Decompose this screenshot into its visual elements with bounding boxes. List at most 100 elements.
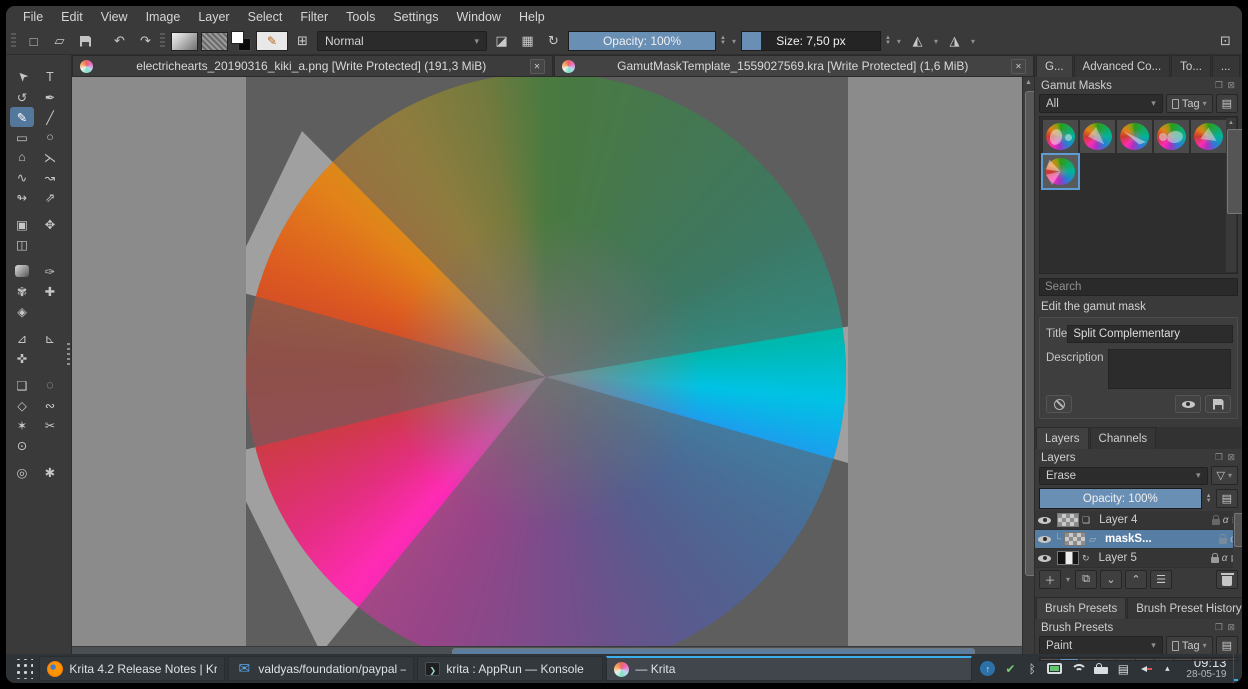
add-layer-button[interactable]: ＋ (1039, 570, 1061, 589)
scroll-up-button[interactable]: ▲ (1023, 77, 1034, 89)
fill-tool[interactable]: ◈ (10, 301, 34, 321)
blending-mode-dropdown[interactable]: Normal (317, 31, 487, 51)
pan-tool[interactable]: ✱ (38, 462, 62, 482)
layer-lock-icon[interactable] (1211, 515, 1220, 525)
layer-filter-button[interactable]: ▽ ▾ (1210, 466, 1238, 485)
wifi-icon[interactable] (1070, 663, 1088, 674)
eraser-mode-button[interactable]: ◪ (490, 31, 513, 52)
gamut-mask-thumb-3[interactable] (1117, 120, 1152, 153)
task-kmail[interactable]: valdyas/foundation/paypal — KM... (228, 656, 415, 681)
layer-row-layer5[interactable]: ↻ Layer 5 α ▦ (1035, 549, 1242, 568)
assistants-tool[interactable]: ⊾ (38, 328, 62, 348)
display-icon[interactable] (1047, 663, 1063, 674)
move-layer-up-button[interactable]: ⌃ (1125, 570, 1148, 589)
rectangular-select-tool[interactable]: ❏ (10, 375, 34, 395)
menu-settings[interactable]: Settings (384, 6, 447, 28)
brush-preset-6[interactable] (1136, 659, 1154, 660)
layer-visibility-icon[interactable] (1038, 514, 1051, 527)
menu-image[interactable]: Image (137, 6, 190, 28)
chevron-down-icon[interactable]: ▾ (969, 37, 977, 46)
ellipse-tool[interactable]: ○ (38, 127, 62, 147)
mirror-horizontal-button[interactable]: ◭ (906, 31, 929, 52)
elliptical-select-tool[interactable]: ◌ (38, 375, 62, 395)
gamut-mask-thumb-4[interactable] (1154, 120, 1189, 153)
tab-brush-preset-history[interactable]: Brush Preset History (1127, 597, 1242, 619)
similar-color-select-tool[interactable]: ✶ (10, 415, 34, 435)
foreground-background-colors[interactable] (231, 31, 253, 51)
app-launcher-button[interactable] (9, 656, 36, 681)
gamut-mask-thumb-6[interactable] (1041, 153, 1080, 190)
freehand-path-tool[interactable]: ↝ (38, 167, 62, 187)
brush-preset-3[interactable] (1079, 659, 1097, 660)
mask-grid-scrollbar[interactable]: ▲ (1226, 118, 1242, 272)
task-krita[interactable]: — Krita (606, 656, 973, 681)
layer-opacity-spinner[interactable]: ▲ ▼ (1205, 493, 1213, 504)
tab-layers[interactable]: Layers (1036, 427, 1089, 449)
layer-options-button[interactable]: ▤ (1215, 489, 1238, 508)
choose-workspace-button[interactable]: ⊡ (1214, 31, 1237, 52)
gradient-chooser[interactable] (171, 31, 198, 51)
transform-tool[interactable]: ▣ (10, 214, 34, 234)
canvas-viewport[interactable]: ▲ (72, 77, 1034, 654)
brush-tag-button[interactable]: Tag ▾ (1165, 636, 1213, 655)
brush-presets-grid-button[interactable]: ⊞ (291, 31, 314, 52)
menu-edit[interactable]: Edit (52, 6, 92, 28)
gamut-mask-thumb-2[interactable] (1080, 120, 1115, 153)
toolbox-divider[interactable] (10, 254, 62, 261)
lock-icon[interactable] (1094, 662, 1109, 674)
canvas-horizontal-scrollbar[interactable] (72, 646, 1022, 654)
gamut-mask-thumb-5[interactable] (1191, 120, 1226, 153)
document-tab-2[interactable]: GamutMaskTemplate_1559027569.kra [Write … (553, 55, 1034, 77)
brush-size-slider[interactable]: Size: 7,50 px (740, 31, 881, 51)
polyline-tool[interactable]: ⋋ (38, 147, 62, 167)
menu-file[interactable]: File (14, 6, 52, 28)
polygonal-select-tool[interactable]: ◇ (10, 395, 34, 415)
calligraphy-tool[interactable]: ✒ (38, 87, 62, 107)
menu-tools[interactable]: Tools (337, 6, 384, 28)
add-layer-dropdown[interactable]: ▾ (1064, 575, 1072, 584)
size-spinner[interactable]: ▲ ▼ (884, 35, 892, 46)
menu-select[interactable]: Select (239, 6, 292, 28)
docker-float-close-icons[interactable]: ❐ ⊠ (1215, 80, 1236, 91)
mirror-vertical-button[interactable]: ◮ (943, 31, 966, 52)
toolbox-divider[interactable] (10, 368, 62, 375)
menu-filter[interactable]: Filter (291, 6, 337, 28)
show-desktop-button[interactable] (1233, 654, 1239, 683)
magnetic-select-tool[interactable]: ⊙ (10, 435, 34, 455)
multibrush-tool[interactable]: ⇗ (38, 187, 62, 207)
toolbar-drag-handle[interactable] (160, 33, 165, 49)
mask-description-input[interactable] (1108, 349, 1231, 389)
tray-expand-icon[interactable]: ▴ (1160, 663, 1174, 674)
brush-editor-button[interactable] (256, 31, 288, 51)
open-document-button[interactable]: ▱ (48, 31, 71, 52)
smart-patch-tool[interactable]: ✚ (38, 281, 62, 301)
docker-float-close-icons[interactable]: ❐ ⊠ (1215, 452, 1236, 463)
task-firefox[interactable]: Krita 4.2 Release Notes | Krita - ... (39, 656, 226, 681)
layer-lock-icon[interactable] (1219, 534, 1228, 544)
brush-filter-dropdown[interactable]: Paint (1039, 636, 1163, 655)
cancel-mask-edit-button[interactable] (1046, 395, 1072, 413)
tab-brush-presets[interactable]: Brush Presets (1036, 597, 1127, 619)
opacity-slider[interactable]: Opacity: 100% (568, 31, 716, 51)
volume-icon[interactable] (1138, 663, 1153, 675)
layer-properties-button[interactable]: ☰ (1150, 570, 1173, 589)
layer-list-scrollbar[interactable] (1233, 511, 1242, 568)
brush-preset-5[interactable] (1117, 659, 1135, 660)
layer-blending-mode-dropdown[interactable]: Erase (1039, 466, 1208, 485)
chevron-down-icon[interactable]: ▾ (730, 37, 738, 46)
chevron-down-icon[interactable]: ▾ (895, 37, 903, 46)
mask-search-input[interactable] (1039, 278, 1238, 296)
canvas-vertical-scrollbar[interactable]: ▲ (1022, 77, 1034, 654)
clipboard-icon[interactable]: ▤ (1116, 662, 1130, 676)
brush-preset-8[interactable] (1174, 659, 1192, 660)
gradient-tool[interactable] (15, 265, 29, 277)
dynamic-brush-tool[interactable]: ↬ (10, 187, 34, 207)
brush-preset-9[interactable] (1193, 659, 1211, 660)
preview-mask-button[interactable] (1175, 395, 1201, 413)
tab-channels[interactable]: Channels (1089, 427, 1157, 449)
chevron-down-icon[interactable]: ▾ (932, 37, 940, 46)
menu-view[interactable]: View (92, 6, 137, 28)
layer-visibility-icon[interactable] (1038, 552, 1051, 565)
undo-button[interactable]: ↶ (108, 31, 131, 52)
layer-row-masks[interactable]: └ ▱ maskS... α (1035, 530, 1242, 549)
